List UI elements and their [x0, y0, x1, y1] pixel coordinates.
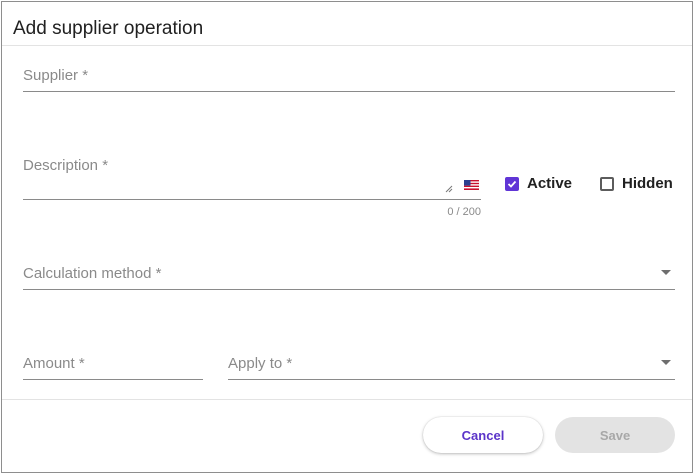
checkbox-unchecked-icon — [600, 176, 614, 191]
dialog-title: Add supplier operation — [13, 18, 204, 39]
supplier-field[interactable]: Supplier * — [23, 64, 675, 94]
supplier-underline — [23, 91, 675, 92]
calculation-method-underline — [23, 289, 675, 290]
character-counter: 0 / 200 — [447, 206, 481, 218]
description-label: Description * — [23, 157, 109, 174]
hidden-label: Hidden — [622, 175, 673, 192]
amount-label: Amount * — [23, 355, 85, 372]
apply-to-select[interactable]: Apply to * — [228, 352, 675, 382]
footer-divider — [2, 399, 692, 400]
apply-to-underline — [228, 379, 675, 380]
description-underline — [23, 199, 481, 200]
calculation-method-label: Calculation method * — [23, 265, 162, 282]
add-supplier-operation-dialog: Add supplier operation Supplier * Descri… — [1, 1, 693, 473]
us-flag-icon[interactable] — [464, 180, 479, 190]
description-field[interactable]: Description * 0 / 200 — [23, 154, 481, 224]
amount-field[interactable]: Amount * — [23, 352, 203, 382]
chevron-down-icon[interactable] — [661, 360, 671, 365]
hidden-checkbox[interactable]: Hidden — [600, 175, 673, 192]
calculation-method-select[interactable]: Calculation method * — [23, 262, 675, 292]
save-button[interactable]: Save — [555, 417, 675, 453]
supplier-label: Supplier * — [23, 67, 89, 84]
active-label: Active — [527, 175, 573, 192]
header-divider — [2, 45, 692, 46]
amount-underline — [23, 379, 203, 380]
apply-to-label: Apply to * — [228, 355, 293, 372]
active-checkbox[interactable]: Active — [505, 175, 572, 192]
resize-grip-icon[interactable] — [445, 185, 453, 193]
cancel-button[interactable]: Cancel — [423, 417, 543, 453]
chevron-down-icon[interactable] — [661, 270, 671, 275]
checkbox-checked-icon — [505, 176, 519, 191]
